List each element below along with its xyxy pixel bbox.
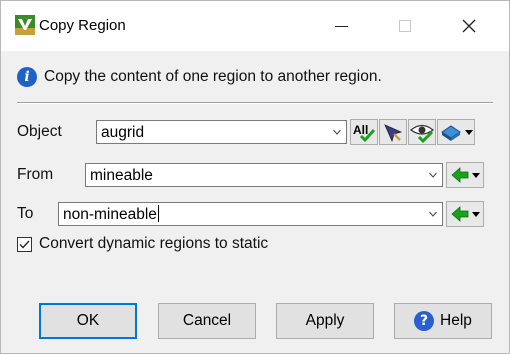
chevron-down-icon [429, 211, 437, 217]
to-value-wrapper: non-mineable [63, 204, 159, 226]
green-arrow-left-icon [450, 167, 468, 183]
from-combobox[interactable]: mineable [85, 163, 443, 187]
copy-region-dialog: Copy Region i Copy the content of one re… [0, 0, 510, 354]
object-combobox[interactable]: augrid [96, 120, 347, 144]
checkmark-icon [19, 240, 30, 249]
from-value: mineable [90, 167, 153, 184]
chevron-down-icon [429, 172, 437, 178]
window-title: Copy Region [39, 17, 126, 34]
to-combobox[interactable]: non-mineable [58, 202, 443, 226]
visible-button[interactable] [408, 119, 436, 145]
eye-icon [410, 124, 434, 143]
maximize-icon [399, 20, 411, 32]
dropdown-arrow-icon [464, 129, 473, 135]
minimize-icon [334, 25, 348, 27]
title-bar[interactable]: Copy Region [1, 1, 509, 51]
to-label: To [17, 205, 34, 222]
object-type-icon [440, 125, 461, 141]
to-pick-button[interactable] [446, 201, 484, 227]
pick-button[interactable] [379, 119, 407, 145]
ok-button[interactable]: OK [39, 303, 137, 339]
dropdown-arrow-icon [471, 211, 480, 217]
separator-highlight [17, 103, 493, 104]
convert-checkbox-label[interactable]: Convert dynamic regions to static [39, 233, 268, 255]
pick-icon [384, 124, 403, 142]
object-value: augrid [101, 124, 145, 141]
chevron-down-icon [333, 129, 341, 135]
maximize-button[interactable] [382, 1, 428, 51]
help-label: Help [440, 312, 472, 329]
apply-label: Apply [305, 312, 345, 329]
text-caret [157, 205, 159, 222]
to-value: non-mineable [63, 206, 157, 223]
close-icon [462, 19, 476, 33]
all-icon: All [353, 123, 376, 143]
cancel-button[interactable]: Cancel [158, 303, 256, 339]
all-button[interactable]: All [350, 119, 378, 145]
object-label: Object [17, 123, 62, 140]
minimize-button[interactable] [318, 1, 364, 51]
help-button[interactable]: ? Help [394, 303, 492, 339]
cancel-label: Cancel [182, 312, 232, 329]
info-icon: i [17, 67, 37, 87]
all-text: All [353, 123, 368, 137]
green-arrow-left-icon [450, 206, 468, 222]
close-button[interactable] [446, 1, 492, 51]
from-label: From [17, 166, 54, 183]
apply-button[interactable]: Apply [276, 303, 374, 339]
app-logo-icon [15, 15, 35, 35]
object-type-button[interactable] [437, 119, 475, 145]
from-pick-button[interactable] [446, 162, 484, 188]
help-icon: ? [414, 311, 435, 331]
info-text: Copy the content of one region to anothe… [44, 68, 382, 85]
ok-label: OK [76, 312, 100, 329]
dropdown-arrow-icon [471, 172, 480, 178]
convert-checkbox[interactable] [17, 237, 32, 252]
